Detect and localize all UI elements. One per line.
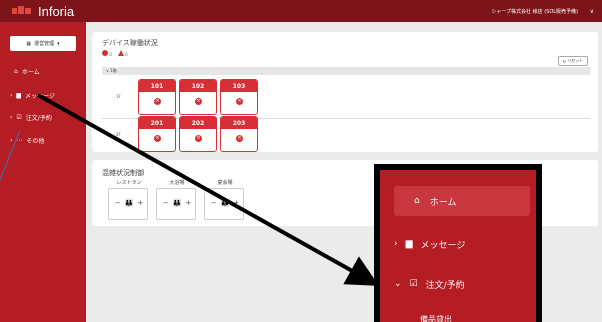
minus-button[interactable]: − (163, 199, 169, 207)
plus-button[interactable]: + (233, 199, 239, 207)
sidebar-item-order[interactable]: › ☑ 注文/予約 (0, 110, 86, 124)
people-icon: 👪 (220, 199, 230, 207)
floor-label: 1F (116, 94, 121, 99)
order-icon: ☑ (409, 279, 418, 289)
congestion-group: レストラン − 👪 + (108, 180, 149, 220)
sidebar-item-label: メッセージ (25, 92, 55, 100)
panel-title: 混雑状況制御 (102, 169, 144, 177)
zoom-item-label: 注文/予約 (425, 280, 465, 291)
congestion-group: 宴会場 − 👪 + (204, 180, 245, 220)
sidebar-item-label: 注文/予約 (25, 114, 52, 122)
chevron-down-icon[interactable]: ∨ (590, 8, 594, 15)
legend: 0 0 (102, 50, 128, 57)
people-icon: 👪 (172, 199, 182, 207)
caret-down-icon: ▾ (57, 40, 60, 47)
zoom-subitem[interactable]: 備品貸出 (420, 314, 452, 322)
refresh-icon: ↻ (562, 58, 567, 64)
sidebar-item-message[interactable]: › ▆ メッセージ (0, 88, 86, 102)
order-icon: ☑ (16, 113, 22, 121)
error-icon: × (154, 98, 161, 105)
device-number: 201 (139, 117, 175, 129)
error-icon: × (154, 135, 161, 142)
more-icon: ⋯ (16, 136, 23, 144)
error-count: 0 (109, 52, 112, 57)
chevron-right-icon: › (10, 136, 13, 144)
store-select-label: 運営管理 (34, 41, 55, 47)
sidebar-item-more[interactable]: › ⋯ その他 (0, 133, 86, 147)
plus-button[interactable]: + (137, 199, 143, 207)
zoom-item-order[interactable]: ⌄ ☑ 注文/予約 (394, 272, 530, 296)
sidebar: ▦ 運営管理 ▾ ⌂ ホーム › ▆ メッセージ › ☑ 注文/予約 › ⋯ そ… (0, 22, 86, 322)
device-status-panel: デバイス稼働状況 0 0 ↻ リセット ∨ 1階 1F 101 × 102 × … (92, 32, 598, 152)
error-icon: × (236, 98, 243, 105)
floor-header[interactable]: ∨ 1階 (102, 67, 590, 75)
building-icon: ▦ (26, 40, 32, 47)
zoom-item-label: メッセージ (420, 240, 466, 251)
zoom-item-home[interactable]: ⌂ ホーム (394, 186, 530, 216)
congestion-label: 大浴場 (169, 180, 185, 186)
people-icon: 👪 (124, 199, 134, 207)
message-icon: ▆ (405, 239, 413, 249)
device-number: 101 (139, 80, 175, 92)
home-icon: ⌂ (14, 67, 18, 75)
user-name[interactable]: シャープ株式会社 様店 (SOL販売予備) (491, 8, 578, 15)
device-card[interactable]: 103 × (220, 79, 258, 115)
store-select[interactable]: ▦ 運営管理 ▾ (10, 36, 76, 51)
minus-button[interactable]: − (211, 199, 217, 207)
device-number: 202 (180, 117, 216, 129)
congestion-label: 宴会場 (217, 180, 233, 186)
congestion-stepper: − 👪 + (205, 199, 245, 207)
chevron-down-icon: ⌄ (394, 279, 402, 289)
message-icon: ▆ (16, 91, 22, 99)
zoom-item-label: ホーム (429, 197, 457, 208)
reset-button[interactable]: ↻ リセット (558, 56, 588, 66)
device-card[interactable]: 202 × (179, 116, 217, 152)
error-icon (102, 50, 108, 56)
error-icon: × (195, 135, 202, 142)
device-card[interactable]: 102 × (179, 79, 217, 115)
zoom-sidebar: ⌂ ホーム › ▆ メッセージ ⌄ ☑ 注文/予約 備品貸出 (380, 170, 536, 322)
device-number: 102 (180, 80, 216, 92)
device-card[interactable]: 201 × (138, 116, 176, 152)
app-title: Inforia (38, 3, 75, 19)
device-number: 103 (221, 80, 257, 92)
device-card[interactable]: 203 × (220, 116, 258, 152)
error-icon: × (195, 98, 202, 105)
plus-button[interactable]: + (185, 199, 191, 207)
panel-title: デバイス稼働状況 (102, 39, 158, 47)
reset-label: リセット (567, 58, 584, 63)
zoom-callout: ⌂ ホーム › ▆ メッセージ ⌄ ☑ 注文/予約 備品貸出 (374, 164, 542, 322)
logo[interactable]: Inforia (12, 4, 74, 19)
sidebar-item-label: その他 (26, 137, 45, 145)
error-icon: × (236, 135, 243, 142)
zoom-item-message[interactable]: › ▆ メッセージ (394, 232, 530, 256)
chevron-right-icon: › (10, 113, 13, 121)
minus-button[interactable]: − (115, 199, 121, 207)
sidebar-item-home[interactable]: ⌂ ホーム (0, 64, 86, 78)
congestion-group: 大浴場 − 👪 + (156, 180, 197, 220)
congestion-stepper: − 👪 + (157, 199, 197, 207)
device-card[interactable]: 101 × (138, 79, 176, 115)
device-number: 203 (221, 117, 257, 129)
logo-mark-icon (12, 6, 32, 16)
floor-label: 2F (116, 132, 121, 137)
congestion-stepper: − 👪 + (109, 199, 149, 207)
sidebar-item-label: ホーム (21, 68, 40, 76)
warning-count: 0 (125, 52, 128, 57)
chevron-right-icon: › (394, 239, 398, 249)
home-icon: ⌂ (414, 196, 420, 206)
top-bar: Inforia シャープ株式会社 様店 (SOL販売予備) ∨ (0, 0, 602, 22)
chevron-right-icon: › (10, 91, 13, 99)
warning-icon (117, 50, 124, 56)
congestion-label: レストラン (116, 180, 142, 186)
